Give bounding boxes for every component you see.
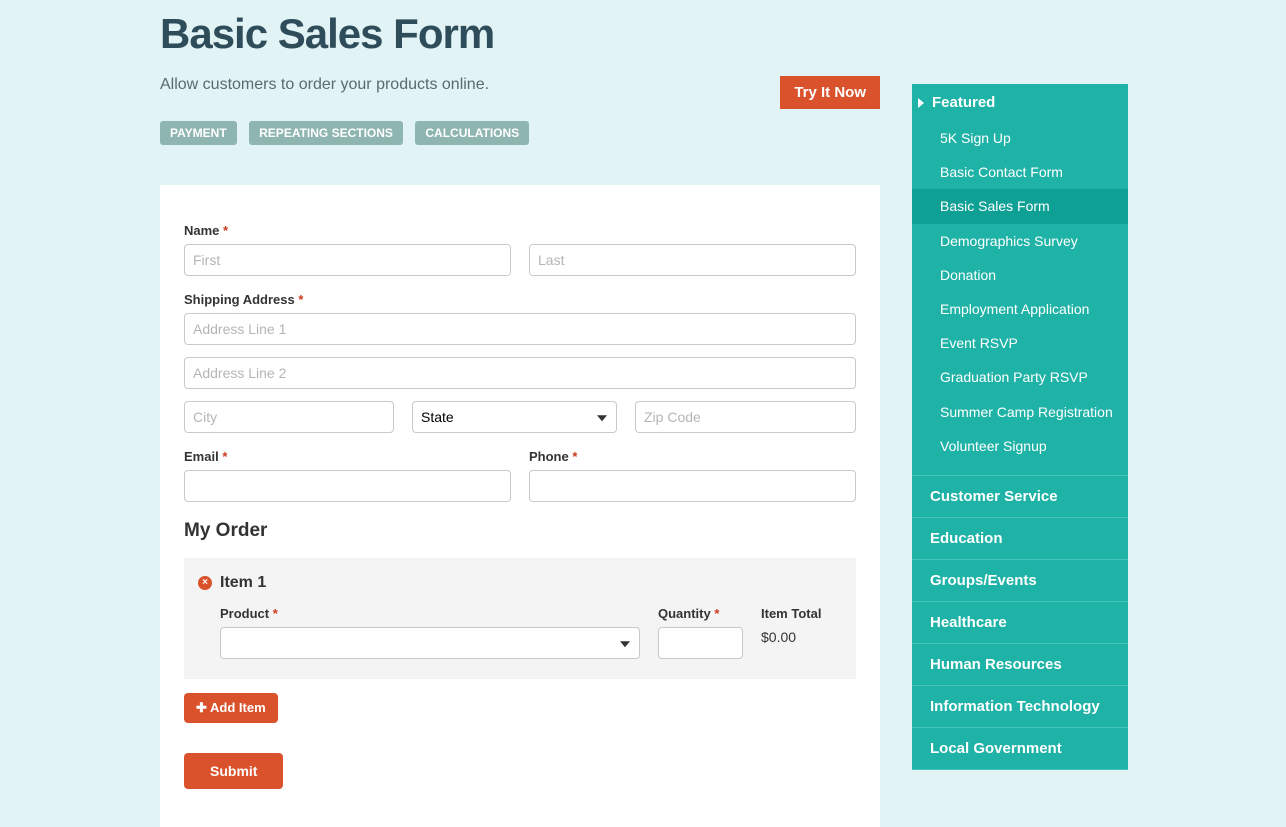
sidebar-category[interactable]: Education: [912, 518, 1128, 560]
add-item-button[interactable]: ✚ Add Item: [184, 693, 278, 723]
page-subtitle: Allow customers to order your products o…: [160, 76, 489, 94]
name-label: Name *: [184, 223, 856, 238]
address-line1-input[interactable]: [184, 313, 856, 345]
order-item-block: × Item 1 Product *: [184, 558, 856, 679]
page-title: Basic Sales Form: [160, 10, 880, 58]
sidebar-item[interactable]: Basic Contact Form: [912, 155, 1128, 189]
sidebar-category[interactable]: Information Technology: [912, 686, 1128, 728]
sidebar-category[interactable]: Customer Service: [912, 476, 1128, 518]
plus-icon: ✚: [196, 700, 210, 715]
order-heading: My Order: [184, 520, 856, 542]
product-select[interactable]: [220, 627, 640, 659]
phone-label: Phone *: [529, 449, 856, 464]
tag-repeating-sections[interactable]: REPEATING SECTIONS: [249, 121, 403, 145]
sidebar-item[interactable]: Volunteer Signup: [912, 429, 1128, 463]
tag-calculations[interactable]: CALCULATIONS: [415, 121, 529, 145]
sidebar-item[interactable]: Donation: [912, 258, 1128, 292]
item-total-label: Item Total: [761, 606, 842, 621]
zip-input[interactable]: [635, 401, 856, 433]
try-it-now-button[interactable]: Try It Now: [780, 76, 880, 109]
shipping-label: Shipping Address *: [184, 292, 856, 307]
sidebar-item[interactable]: Summer Camp Registration: [912, 395, 1128, 429]
last-name-input[interactable]: [529, 244, 856, 276]
sidebar-category[interactable]: Human Resources: [912, 644, 1128, 686]
sidebar-item[interactable]: Event RSVP: [912, 326, 1128, 360]
quantity-label: Quantity *: [658, 606, 743, 621]
sidebar-category[interactable]: Local Government: [912, 728, 1128, 770]
address-line2-input[interactable]: [184, 357, 856, 389]
sidebar-item[interactable]: Graduation Party RSVP: [912, 360, 1128, 394]
submit-button[interactable]: Submit: [184, 753, 283, 789]
email-input[interactable]: [184, 470, 511, 502]
city-input[interactable]: [184, 401, 394, 433]
sidebar-category[interactable]: Healthcare: [912, 602, 1128, 644]
sidebar-item[interactable]: Demographics Survey: [912, 224, 1128, 258]
remove-item-icon[interactable]: ×: [198, 576, 212, 590]
order-item-title: Item 1: [220, 574, 266, 592]
sidebar-featured-header[interactable]: Featured: [912, 84, 1128, 121]
sidebar-item[interactable]: Employment Application: [912, 292, 1128, 326]
phone-input[interactable]: [529, 470, 856, 502]
form-card: Name * Shipping Address *: [160, 185, 880, 827]
product-label: Product *: [220, 606, 640, 621]
sidebar-category[interactable]: Groups/Events: [912, 560, 1128, 602]
sidebar-item[interactable]: Basic Sales Form: [912, 189, 1128, 223]
first-name-input[interactable]: [184, 244, 511, 276]
tag-payment[interactable]: PAYMENT: [160, 121, 237, 145]
sidebar: Featured 5K Sign UpBasic Contact FormBas…: [912, 84, 1128, 770]
item-total-value: $0.00: [761, 627, 842, 645]
tags-row: PAYMENT REPEATING SECTIONS CALCULATIONS: [160, 121, 880, 145]
state-select[interactable]: State: [412, 401, 617, 433]
quantity-input[interactable]: [658, 627, 743, 659]
sidebar-item[interactable]: 5K Sign Up: [912, 121, 1128, 155]
email-label: Email *: [184, 449, 511, 464]
caret-right-icon: [918, 98, 924, 108]
